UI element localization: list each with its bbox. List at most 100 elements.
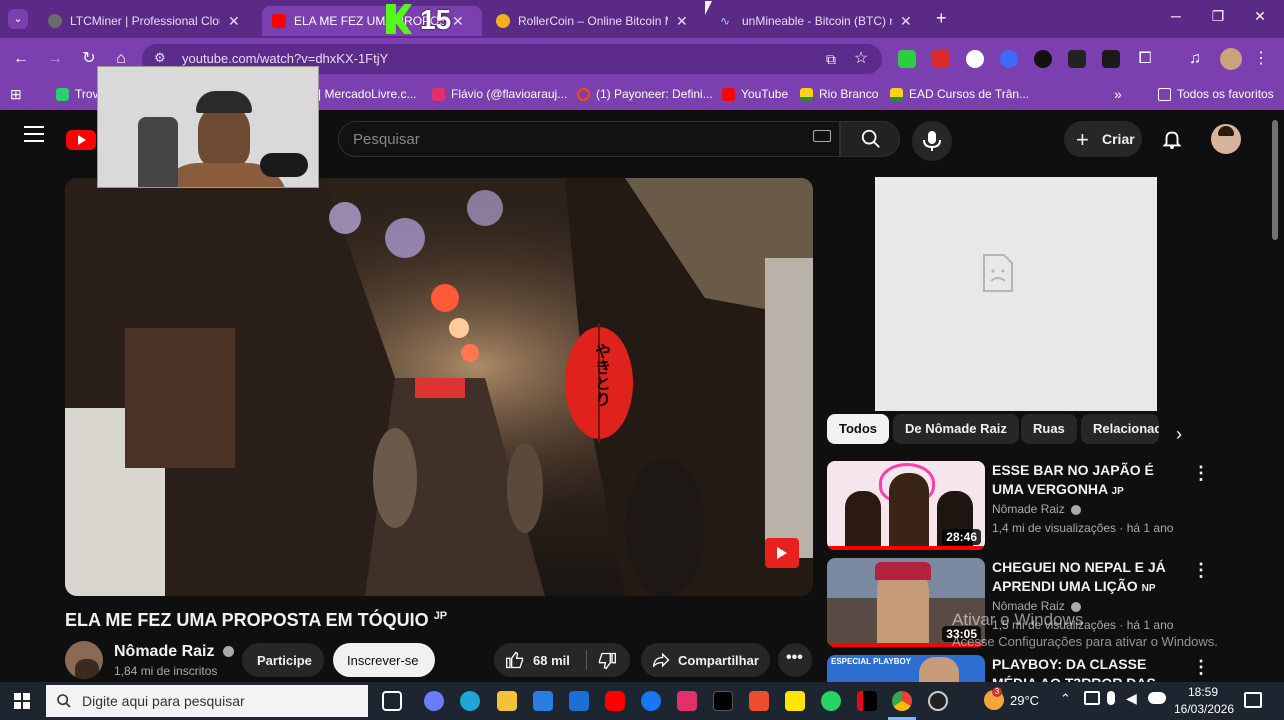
tab-close-icon[interactable]: ✕ [676, 13, 688, 30]
extension-a-icon[interactable] [1034, 50, 1052, 68]
channel-avatar[interactable] [65, 641, 103, 679]
voice-search-button[interactable] [912, 121, 952, 161]
file-explorer-icon[interactable] [497, 691, 517, 711]
recommendation-title[interactable]: ESSE BAR NO JAPÃO É UMA VERGONHA JP [992, 461, 1182, 501]
notifications-bell-icon[interactable] [1161, 128, 1183, 150]
profile-avatar[interactable] [1220, 48, 1242, 70]
maximize-icon[interactable]: ❐ [1200, 8, 1236, 30]
more-actions-button[interactable]: ••• [778, 643, 812, 677]
recommendation-thumbnail[interactable]: 28:46 [827, 461, 985, 550]
apps-grid-icon[interactable]: ⊞ [10, 86, 22, 103]
microphone-tray-icon[interactable] [1107, 691, 1115, 705]
recommendation-menu-icon[interactable]: ⋮ [1192, 560, 1210, 581]
recommendation-item[interactable]: 28:46 ESSE BAR NO JAPÃO É UMA VERGONHA J… [827, 461, 1217, 551]
chips-next-icon[interactable]: › [1176, 424, 1182, 445]
recommendation-title[interactable]: CHEGUEI NO NEPAL E JÁ APRENDI UMA LIÇÃO … [992, 558, 1182, 598]
store-icon[interactable] [533, 691, 553, 711]
tab-close-icon[interactable]: ✕ [900, 13, 912, 30]
shopee-icon[interactable] [749, 691, 769, 711]
forward-icon[interactable]: → [44, 48, 66, 70]
install-app-icon[interactable]: ⧉ [820, 48, 842, 70]
site-info-icon[interactable]: ⚙ [154, 50, 166, 66]
account-avatar[interactable] [1211, 124, 1241, 154]
bookmarks-overflow-icon[interactable]: » [1114, 86, 1122, 102]
volume-icon[interactable]: ◀ [1126, 690, 1137, 707]
hamburger-menu-icon[interactable] [24, 126, 44, 142]
recommendation-title[interactable]: PLAYBOY: DA CLASSE MÉDIA AO T3RROR DAS F… [992, 655, 1182, 682]
chrome-icon[interactable] [892, 691, 912, 711]
create-button[interactable]: + Criar [1064, 121, 1142, 157]
bookmark-youtube[interactable]: YouTube [722, 87, 788, 101]
new-tab-icon[interactable]: + [936, 8, 947, 29]
outlook-icon[interactable] [569, 691, 589, 711]
media-controls-icon[interactable]: ♫ [1184, 48, 1206, 70]
search-button[interactable] [840, 121, 900, 157]
youtube-logo-icon[interactable] [66, 130, 96, 150]
channel-watermark-icon[interactable] [765, 538, 799, 568]
bookmark-star-icon[interactable]: ☆ [850, 48, 872, 70]
extension-green-icon[interactable] [898, 50, 916, 68]
network-icon[interactable] [1084, 691, 1100, 705]
bookmark-mercadolivre[interactable]: | MercadoLivre.c... [318, 87, 416, 101]
bookmark-ead[interactable]: EAD Cursos de Trân... [890, 87, 1029, 101]
recommendation-menu-icon[interactable]: ⋮ [1192, 657, 1210, 678]
extension-red-icon[interactable] [932, 50, 950, 68]
task-view-icon[interactable] [382, 691, 402, 711]
instagram-taskbar-icon[interactable] [677, 691, 697, 711]
back-icon[interactable]: ← [10, 48, 32, 70]
onedrive-icon[interactable] [1148, 692, 1166, 704]
tab-ltcminer[interactable]: LTCMiner | Professional Cloud M ✕ [38, 6, 258, 36]
chip-todos[interactable]: Todos [827, 414, 890, 444]
like-button[interactable]: 68 mil [494, 643, 584, 677]
weather-temperature[interactable]: 29°C [1010, 693, 1039, 708]
tab-rollercoin[interactable]: RollerCoin – Online Bitcoin Min ✕ [486, 6, 708, 36]
tab-close-icon[interactable]: ✕ [228, 13, 240, 30]
clock-date[interactable]: 16/03/2026 [1174, 702, 1234, 716]
extensions-puzzle-icon[interactable]: ⧠ [1134, 48, 1156, 70]
x-twitter-icon[interactable] [713, 691, 733, 711]
tray-chevron-up-icon[interactable]: ⌃ [1060, 691, 1071, 707]
close-window-icon[interactable]: ✕ [1242, 8, 1278, 30]
recommendation-channel[interactable]: Nômade Raiz [992, 502, 1082, 516]
all-bookmarks[interactable]: Todos os favoritos [1158, 87, 1274, 101]
whatsapp-icon[interactable] [821, 691, 841, 711]
bookmark-rio-branco[interactable]: Rio Branco [800, 87, 878, 101]
youtube-taskbar-icon[interactable] [605, 691, 625, 711]
recommendation-thumbnail[interactable]: ESPECIAL PLAYBOY [827, 655, 985, 682]
tab-close-icon[interactable]: ✕ [452, 13, 464, 30]
edge-icon[interactable] [460, 691, 480, 711]
search-input[interactable]: Pesquisar [338, 121, 840, 157]
facebook-icon[interactable] [641, 691, 661, 711]
subscribe-button[interactable]: Inscrever-se [333, 643, 435, 677]
chip-relacionados[interactable]: Relacionad [1081, 414, 1159, 444]
recommendation-item[interactable]: ESPECIAL PLAYBOY PLAYBOY: DA CLASSE MÉDI… [827, 655, 1217, 682]
tab-unmineable[interactable]: ∿ unMineable - Bitcoin (BTC) mini ✕ [710, 6, 932, 36]
browser-menu-icon[interactable]: ⋮ [1250, 48, 1272, 70]
mercadolivre-taskbar-icon[interactable] [785, 691, 805, 711]
windows-start-icon[interactable] [14, 693, 30, 709]
extension-slash-icon[interactable] [1102, 50, 1120, 68]
share-button[interactable]: Compartilhar [641, 643, 770, 677]
bookmark-payoneer[interactable]: (1) Payoneer: Defini... [577, 87, 713, 101]
join-button[interactable]: Participe [242, 643, 324, 677]
channel-name[interactable]: Nômade Raiz [114, 643, 234, 661]
chip-ruas[interactable]: Ruas [1021, 414, 1077, 444]
page-scrollbar[interactable] [1272, 120, 1278, 240]
copilot-icon[interactable] [424, 691, 444, 711]
obs-icon[interactable] [928, 691, 948, 711]
video-player[interactable]: やきとり [65, 178, 813, 596]
keyboard-icon[interactable] [813, 130, 831, 142]
minimize-icon[interactable]: ─ [1158, 8, 1194, 30]
tab-search-icon[interactable]: ⌄ [8, 9, 28, 29]
notification-center-icon[interactable] [1244, 692, 1262, 708]
recommendation-menu-icon[interactable]: ⋮ [1192, 463, 1210, 484]
netflix-icon[interactable] [857, 691, 877, 711]
extension-face-icon[interactable] [966, 50, 984, 68]
bookmark-instagram[interactable]: Flávio (@flavioarauj... [432, 87, 567, 101]
taskbar-search-input[interactable]: Digite aqui para pesquisar [46, 685, 368, 717]
clock-time[interactable]: 18:59 [1188, 685, 1218, 699]
chip-de-nomade-raiz[interactable]: De Nômade Raiz [893, 414, 1019, 444]
extension-box-icon[interactable] [1068, 50, 1086, 68]
extension-vpn-icon[interactable] [1000, 50, 1018, 68]
dislike-button[interactable] [587, 643, 630, 677]
